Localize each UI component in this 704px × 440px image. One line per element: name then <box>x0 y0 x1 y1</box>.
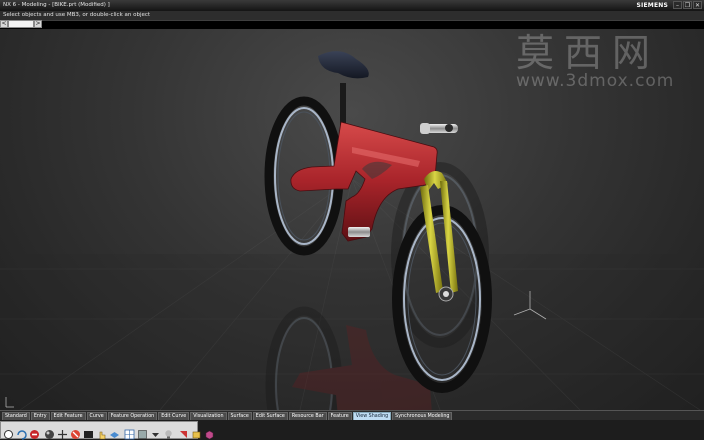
sphere-icon[interactable] <box>44 425 55 439</box>
navigation-row: < > <box>0 20 42 29</box>
cue-line: Select objects and use MB3, or double-cl… <box>0 11 704 21</box>
restore-button[interactable]: ❐ <box>683 1 692 9</box>
stop-icon[interactable] <box>29 425 40 439</box>
watermark: 莫西网 www.3dmox.com <box>516 33 686 91</box>
move-icon[interactable] <box>57 425 68 439</box>
back-button[interactable]: < <box>0 20 8 28</box>
window-controls: – ❐ ✕ <box>673 1 702 9</box>
window-title: NX 6 - Modeling - [BIKE.prt (Modified) ] <box>3 2 110 8</box>
nav-field[interactable] <box>8 20 34 28</box>
bottom-toolbar <box>0 420 704 440</box>
toolbar-strip <box>0 421 214 440</box>
display-icon[interactable] <box>83 425 94 438</box>
watermark-chinese: 莫西网 <box>516 31 661 75</box>
shade-icon[interactable] <box>137 425 148 439</box>
title-bar: NX 6 - Modeling - [BIKE.prt (Modified) ]… <box>0 0 704 11</box>
cube-icon[interactable] <box>204 425 215 439</box>
cancel-icon[interactable] <box>70 425 81 439</box>
box-icon[interactable] <box>191 425 202 438</box>
cue-line-text: Select objects and use MB3, or double-cl… <box>3 12 151 18</box>
dropdown-icon[interactable] <box>150 425 161 437</box>
close-button[interactable]: ✕ <box>693 1 702 9</box>
hand-pointer-icon[interactable] <box>96 425 107 439</box>
minimize-button[interactable]: – <box>673 1 682 9</box>
select-icon[interactable] <box>3 425 14 439</box>
forward-button[interactable]: > <box>34 20 42 28</box>
handlebar <box>420 123 458 134</box>
nx-modeling-window: NX 6 - Modeling - [BIKE.prt (Modified) ]… <box>0 0 704 440</box>
siemens-logo: SIEMENS <box>636 2 668 9</box>
graphics-viewport[interactable]: 莫西网 www.3dmox.com <box>0 29 704 410</box>
layer-icon[interactable] <box>109 425 120 438</box>
watermark-url: www.3dmox.com <box>516 71 675 91</box>
grid-icon[interactable] <box>124 425 135 439</box>
refresh-icon[interactable] <box>16 425 27 440</box>
light-icon[interactable] <box>163 425 174 439</box>
render-icon[interactable] <box>178 425 189 438</box>
